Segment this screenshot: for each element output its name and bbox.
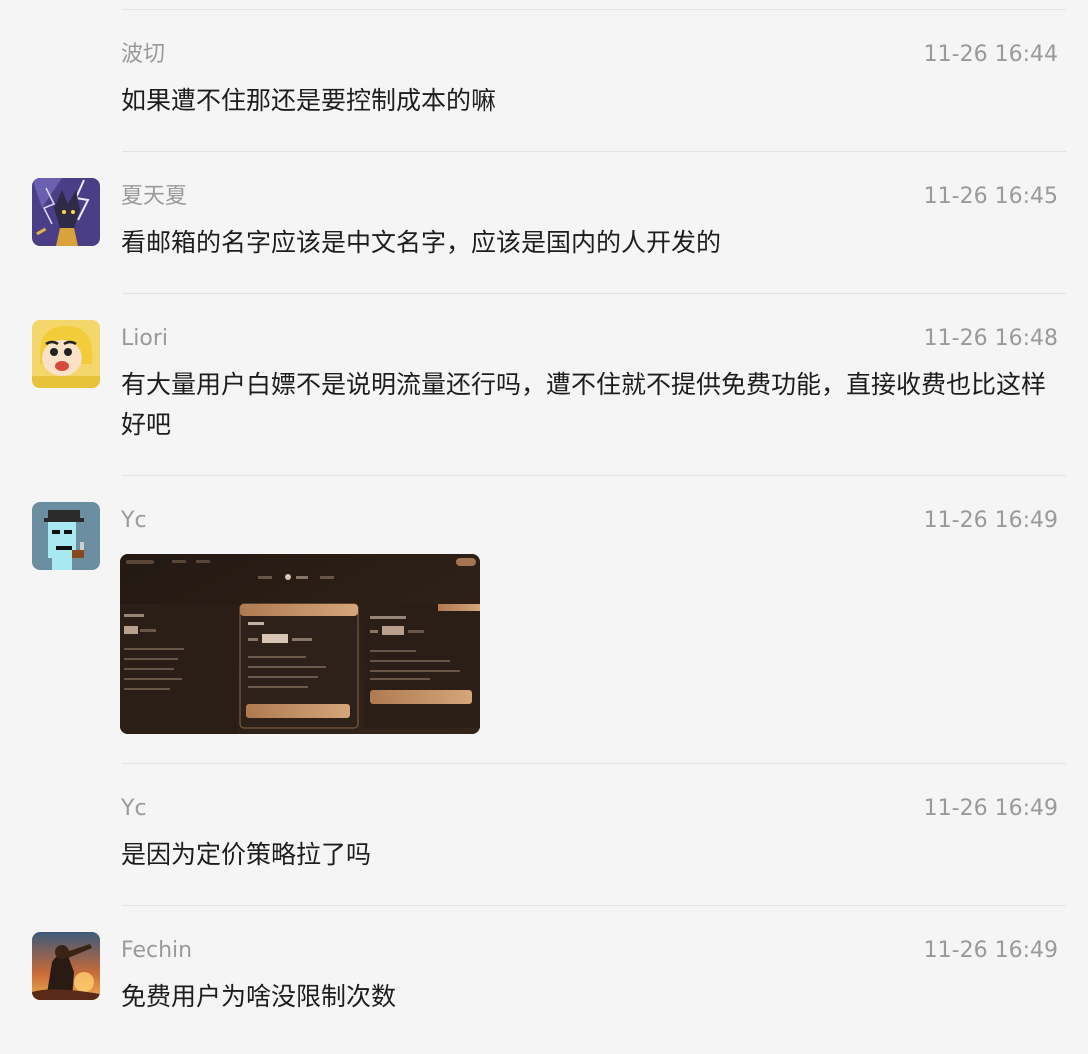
message-divider	[122, 293, 1066, 294]
message-text: 是因为定价策略拉了吗	[121, 840, 372, 869]
message-text: 看邮箱的名字应该是中文名字，应该是国内的人开发的	[121, 228, 722, 257]
message-text: 有大量用户白嫖不是说明流量还行吗，遭不住就不提供免费功能，直接收费也比这样好吧	[121, 370, 1047, 439]
chat-thread: 波切 11-26 16:44 如果遭不住那还是要控制成本的嘛 夏天夏 11-26…	[0, 0, 1088, 1054]
cartoon-kid-icon	[32, 320, 100, 388]
message-text: 如果遭不住那还是要控制成本的嘛	[121, 86, 497, 115]
pricing-plans-screenshot[interactable]	[120, 554, 480, 734]
wolf-lightning-icon	[32, 178, 100, 246]
wolf-lightning-avatar[interactable]	[32, 178, 100, 246]
sender-name[interactable]: 波切	[121, 41, 165, 69]
message-timestamp: 11-26 16:45	[923, 184, 1058, 209]
message-text: 免费用户为啥没限制次数	[121, 982, 397, 1011]
sender-name[interactable]: Fechin	[121, 937, 192, 965]
message-divider	[122, 9, 1066, 10]
message-divider	[122, 151, 1066, 152]
sender-name[interactable]: Yc	[121, 795, 147, 823]
message-divider	[122, 905, 1066, 906]
pixel-punk-icon	[32, 502, 100, 570]
sender-name[interactable]: 夏天夏	[121, 183, 187, 211]
sender-name[interactable]: Liori	[121, 325, 168, 353]
message-timestamp: 11-26 16:48	[923, 326, 1058, 351]
sender-name[interactable]: Yc	[121, 507, 147, 535]
message-timestamp: 11-26 16:44	[923, 42, 1058, 67]
pricing-plans-image	[120, 554, 480, 734]
crayon-shin-chan-avatar[interactable]	[32, 320, 100, 388]
message-timestamp: 11-26 16:49	[923, 938, 1058, 963]
message-timestamp: 11-26 16:49	[923, 508, 1058, 533]
message-divider	[122, 763, 1066, 764]
pixel-punk-avatar[interactable]	[32, 502, 100, 570]
message-divider	[122, 475, 1066, 476]
sunset-figure-icon	[32, 932, 100, 1000]
message-timestamp: 11-26 16:49	[923, 796, 1058, 821]
sunset-figure-avatar[interactable]	[32, 932, 100, 1000]
